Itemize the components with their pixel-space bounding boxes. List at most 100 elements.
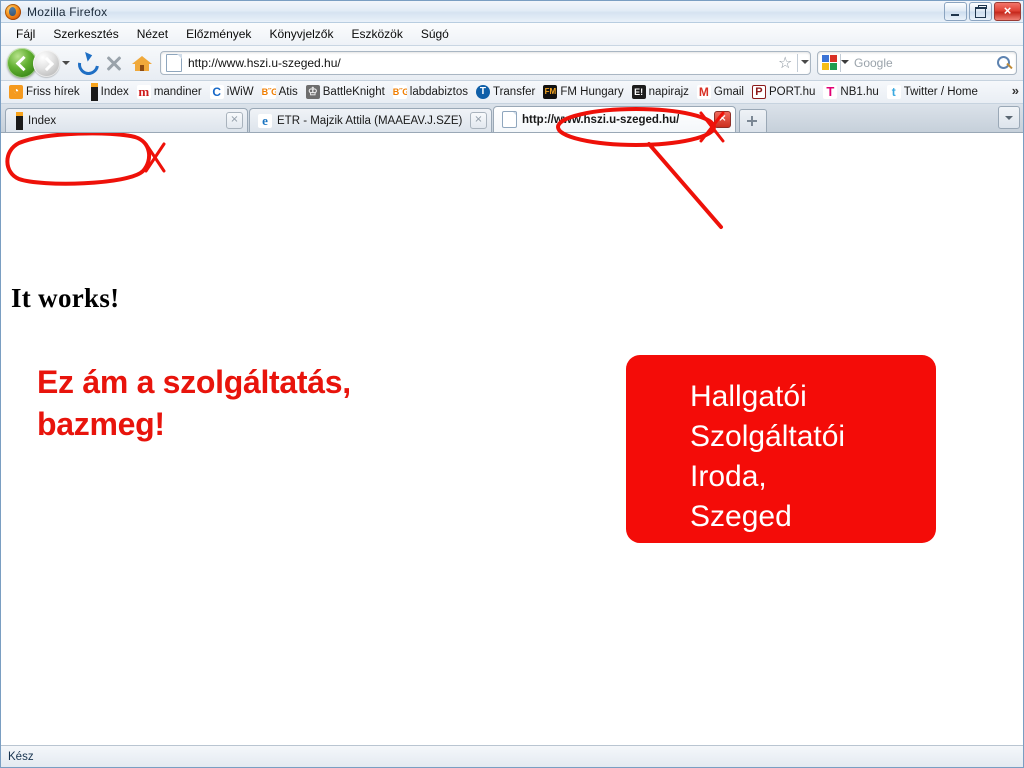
menu-item-szerkesztes[interactable]: Szerkesztés <box>44 25 127 43</box>
page-document-icon <box>166 54 182 72</box>
magnifier-icon[interactable] <box>994 53 1016 73</box>
menu-item-label: Előzmények <box>186 27 252 41</box>
title-bar: Mozilla Firefox × <box>1 1 1023 23</box>
bookmark-label: Twitter / Home <box>903 86 978 98</box>
tagline-line-1: Ez ám a szolgáltatás, <box>37 364 351 400</box>
tab-close-icon[interactable]: × <box>226 112 243 129</box>
history-dropdown-icon[interactable] <box>60 51 72 75</box>
fm-hungary-favicon: FM <box>543 85 558 99</box>
gmail-favicon: M <box>696 85 711 99</box>
bookmark-iwiw[interactable]: CiWiW <box>206 84 258 100</box>
search-input[interactable]: Google <box>850 56 994 70</box>
menu-item-eszkozok[interactable]: Eszközök <box>342 25 411 43</box>
bookmarks-toolbar: ◔Friss hírek Index mmandiner CiWiW B˝GAt… <box>1 81 1023 104</box>
menu-item-fajl[interactable]: Fájl <box>7 25 44 43</box>
navigation-toolbar: http://www.hszi.u-szeged.hu/ ☆ Google <box>1 46 1023 81</box>
search-bar[interactable]: Google <box>817 51 1017 75</box>
red-ellipse-around-heading <box>5 133 152 186</box>
close-button[interactable]: × <box>994 2 1021 21</box>
tab-etr-majzik-attila[interactable]: e ETR - Majzik Attila (MAAEAV.J.SZE) × <box>249 108 492 132</box>
firefox-window: Mozilla Firefox × Fájl Szerkesztés Nézet… <box>0 0 1024 768</box>
bookmark-transfer[interactable]: T Transfer <box>472 84 539 100</box>
menu-item-label: Fájl <box>16 27 36 41</box>
tagline-line-2: bazmeg! <box>37 406 165 442</box>
callout-line-2: Szolgáltatói <box>690 420 846 453</box>
status-bar: Kész <box>1 745 1023 767</box>
close-icon: × <box>1003 3 1012 18</box>
tab-label: ETR - Majzik Attila (MAAEAV.J.SZE) <box>277 114 463 127</box>
tab-close-icon[interactable]: × <box>470 112 487 129</box>
menu-item-label: Könyvjelzők <box>269 27 334 41</box>
url-input[interactable]: http://www.hszi.u-szeged.hu/ <box>188 56 775 70</box>
forward-arrow-icon[interactable] <box>33 49 60 77</box>
bookmark-label: mandiner <box>153 86 202 98</box>
tab-hszi-u-szeged[interactable]: http://www.hszi.u-szeged.hu/ × <box>493 106 736 132</box>
minimize-button[interactable] <box>944 2 967 21</box>
bookmark-label: PORT.hu <box>768 86 816 98</box>
bookmark-label: FM Hungary <box>560 86 624 98</box>
address-bar[interactable]: http://www.hszi.u-szeged.hu/ ☆ <box>160 51 811 75</box>
menu-bar: Fájl Szerkesztés Nézet Előzmények Könyvj… <box>1 23 1023 46</box>
bookmark-fm-hungary[interactable]: FM FM Hungary <box>539 84 627 100</box>
port-hu-favicon: P <box>751 85 766 99</box>
menu-item-label: Súgó <box>420 27 449 41</box>
maximize-button[interactable] <box>969 2 992 21</box>
tab-list-dropdown-icon[interactable] <box>998 106 1020 129</box>
bookmark-atis[interactable]: B˝GAtis <box>258 84 302 100</box>
reload-icon[interactable] <box>72 49 104 80</box>
transfer-favicon: T <box>475 85 490 99</box>
iwiw-favicon: C <box>209 85 224 99</box>
menu-item-label: Nézet <box>136 27 169 41</box>
bookmark-label: labdabiztos <box>409 86 468 98</box>
bookmark-label: Gmail <box>713 86 744 98</box>
bookmark-labdabiztos[interactable]: B˝Glabdabiztos <box>389 84 472 100</box>
star-outline-icon[interactable]: ☆ <box>775 51 797 75</box>
bookmark-index[interactable]: Index <box>84 82 133 102</box>
napirajz-favicon: E! <box>631 85 646 99</box>
mandiner-favicon: m <box>136 85 151 99</box>
bookmark-battleknight[interactable]: ♔ BattleKnight <box>302 84 389 100</box>
page-tagline: Ez ám a szolgáltatás, bazmeg! <box>37 361 351 445</box>
menu-item-sugo[interactable]: Súgó <box>412 25 458 43</box>
home-icon[interactable] <box>128 49 156 77</box>
page-heading: It works! <box>11 283 120 313</box>
bookmark-gmail[interactable]: M Gmail <box>693 84 748 100</box>
window-controls: × <box>944 2 1021 21</box>
annotation-callout-box: Hallgatói Szolgáltatói Iroda, Szeged <box>626 355 936 543</box>
bookmark-label: iWiW <box>226 86 254 98</box>
tab-index[interactable]: Index × <box>5 108 248 132</box>
callout-line-1: Hallgatói <box>690 380 807 413</box>
menu-item-nezet[interactable]: Nézet <box>128 25 177 43</box>
search-engine-dropdown-icon[interactable] <box>840 51 850 75</box>
twitter-favicon: t <box>886 85 901 99</box>
tab-label: Index <box>28 114 57 127</box>
callout-line-4: Szeged <box>690 500 792 533</box>
bookmark-twitter-home[interactable]: t Twitter / Home <box>883 84 982 100</box>
menu-item-konyvjelzok[interactable]: Könyvjelzők <box>260 25 342 43</box>
red-cross-mark <box>144 142 166 173</box>
blog-favicon: B˝G <box>261 85 276 99</box>
bookmark-label: Index <box>100 86 129 98</box>
bookmark-mandiner[interactable]: m mandiner <box>133 84 206 100</box>
status-text: Kész <box>8 750 34 763</box>
menu-item-label: Szerkesztés <box>53 27 119 41</box>
index-favicon <box>16 111 23 130</box>
window-title: Mozilla Firefox <box>27 4 108 19</box>
page-document-icon <box>502 111 517 128</box>
bookmark-nb1-hu[interactable]: T NB1.hu <box>819 84 882 100</box>
stop-icon[interactable] <box>100 49 128 77</box>
bookmark-friss-hirek[interactable]: ◔ Friss hírek <box>5 84 84 100</box>
bookmark-label: BattleKnight <box>322 86 385 98</box>
urlbar-dropdown-icon[interactable] <box>797 51 810 75</box>
tab-close-icon[interactable]: × <box>714 111 731 128</box>
bookmark-port-hu[interactable]: P PORT.hu <box>748 84 819 100</box>
google-logo-icon <box>822 55 838 71</box>
bookmarks-overflow-icon[interactable]: » <box>1012 83 1019 98</box>
bookmark-label: napirajz <box>648 86 689 98</box>
index-favicon <box>90 83 98 101</box>
new-tab-button[interactable] <box>739 109 767 132</box>
bookmark-napirajz[interactable]: E! napirajz <box>628 84 693 100</box>
menu-item-elozmenyek[interactable]: Előzmények <box>177 25 260 43</box>
callout-line-3: Iroda, <box>690 460 767 493</box>
battleknight-favicon: ♔ <box>305 85 320 99</box>
